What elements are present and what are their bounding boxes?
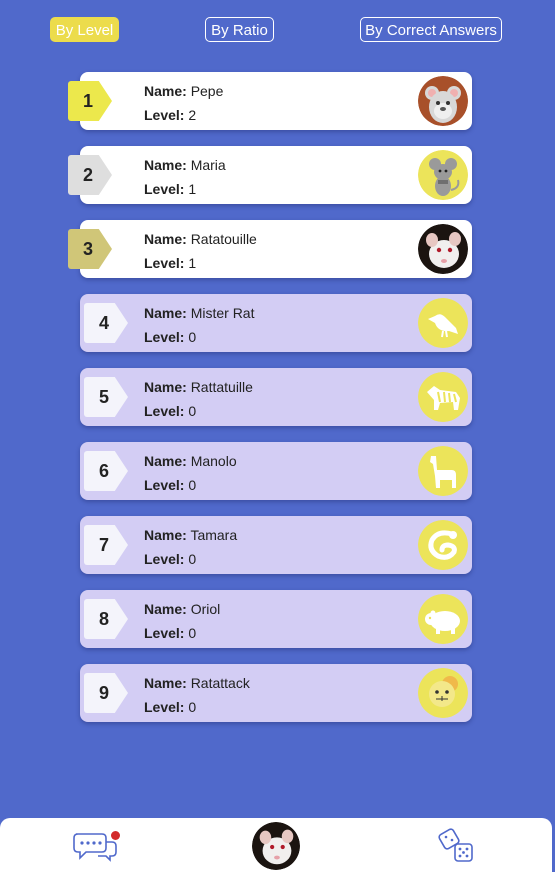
mouse-face-icon (418, 668, 468, 718)
filter-bar: By Level By Ratio By Correct Answers (0, 17, 555, 44)
player-name: Ratatouille (190, 231, 257, 247)
profile-avatar-button[interactable] (252, 822, 300, 870)
ranking-card-8[interactable]: 8 Name: Oriol Level: 0 (80, 590, 472, 648)
ranking-card-9[interactable]: 9 Name: Ratattack Level: 0 (80, 664, 472, 722)
player-level: 0 (188, 551, 197, 567)
player-level: 0 (188, 699, 197, 715)
dice-button[interactable] (438, 826, 478, 866)
notification-dot (111, 831, 120, 840)
snake-icon (418, 520, 468, 570)
name-label: Name: (144, 305, 187, 321)
ranking-card-5[interactable]: 5 Name: Rattatuille Level: 0 (80, 368, 472, 426)
chat-button[interactable] (72, 830, 120, 862)
player-level: 0 (188, 477, 197, 493)
level-label: Level: (144, 107, 185, 123)
rank-badge: 1 (68, 81, 112, 121)
rank-badge: 6 (84, 451, 128, 491)
player-info: Name: Manolo Level: 0 (144, 449, 237, 497)
bird-icon (418, 298, 468, 348)
level-label: Level: (144, 625, 185, 641)
rank-badge: 3 (68, 229, 112, 269)
level-label: Level: (144, 329, 185, 345)
rank-badge: 9 (84, 673, 128, 713)
ranking-list: 1 Name: Pepe Level: 2 2 Name: Maria Leve… (68, 72, 472, 738)
ranking-card-1[interactable]: 1 Name: Pepe Level: 2 (68, 72, 472, 130)
player-level: 1 (188, 255, 197, 271)
rat-photo (418, 224, 468, 274)
ranking-card-6[interactable]: 6 Name: Manolo Level: 0 (80, 442, 472, 500)
ranking-card-4[interactable]: 4 Name: Mister Rat Level: 0 (80, 294, 472, 352)
level-label: Level: (144, 181, 185, 197)
filter-by-ratio-button[interactable]: By Ratio (205, 17, 274, 42)
player-name: Oriol (190, 601, 221, 617)
name-label: Name: (144, 601, 187, 617)
hippo-icon (418, 594, 468, 644)
bottom-nav (0, 818, 552, 872)
level-label: Level: (144, 477, 185, 493)
name-label: Name: (144, 453, 187, 469)
ranking-card-7[interactable]: 7 Name: Tamara Level: 0 (80, 516, 472, 574)
name-label: Name: (144, 675, 187, 691)
player-name: Pepe (190, 83, 224, 99)
player-level: 0 (188, 625, 197, 641)
player-info: Name: Pepe Level: 2 (144, 79, 223, 127)
level-label: Level: (144, 699, 185, 715)
ranking-card-3[interactable]: 3 Name: Ratatouille Level: 1 (68, 220, 472, 278)
player-info: Name: Rattatuille Level: 0 (144, 375, 253, 423)
rank-badge: 5 (84, 377, 128, 417)
ranking-card-2[interactable]: 2 Name: Maria Level: 1 (68, 146, 472, 204)
filter-by-correct-answers-button[interactable]: By Correct Answers (360, 17, 502, 42)
player-name: Ratattack (190, 675, 250, 691)
player-level: 0 (188, 403, 197, 419)
player-name: Maria (190, 157, 226, 173)
player-level: 2 (188, 107, 197, 123)
rank-badge: 8 (84, 599, 128, 639)
rank-badge: 7 (84, 525, 128, 565)
player-info: Name: Ratatouille Level: 1 (144, 227, 257, 275)
rank-badge: 2 (68, 155, 112, 195)
player-name: Rattatuille (190, 379, 253, 395)
hamster-icon (418, 76, 468, 126)
zebra-icon (418, 372, 468, 422)
player-info: Name: Tamara Level: 0 (144, 523, 237, 571)
player-name: Mister Rat (190, 305, 255, 321)
name-label: Name: (144, 83, 187, 99)
level-label: Level: (144, 255, 185, 271)
avatar (252, 822, 300, 870)
name-label: Name: (144, 379, 187, 395)
mouse-icon (418, 150, 468, 200)
rank-badge: 4 (84, 303, 128, 343)
player-name: Tamara (190, 527, 238, 543)
player-info: Name: Mister Rat Level: 0 (144, 301, 254, 349)
level-label: Level: (144, 551, 185, 567)
name-label: Name: (144, 157, 187, 173)
player-level: 1 (188, 181, 197, 197)
name-label: Name: (144, 231, 187, 247)
level-label: Level: (144, 403, 185, 419)
dice-icon (438, 828, 473, 862)
llama-icon (418, 446, 468, 496)
player-level: 0 (188, 329, 197, 345)
player-info: Name: Maria Level: 1 (144, 153, 226, 201)
name-label: Name: (144, 527, 187, 543)
player-info: Name: Oriol Level: 0 (144, 597, 220, 645)
player-name: Manolo (190, 453, 237, 469)
filter-by-level-button[interactable]: By Level (50, 17, 119, 42)
player-info: Name: Ratattack Level: 0 (144, 671, 250, 719)
